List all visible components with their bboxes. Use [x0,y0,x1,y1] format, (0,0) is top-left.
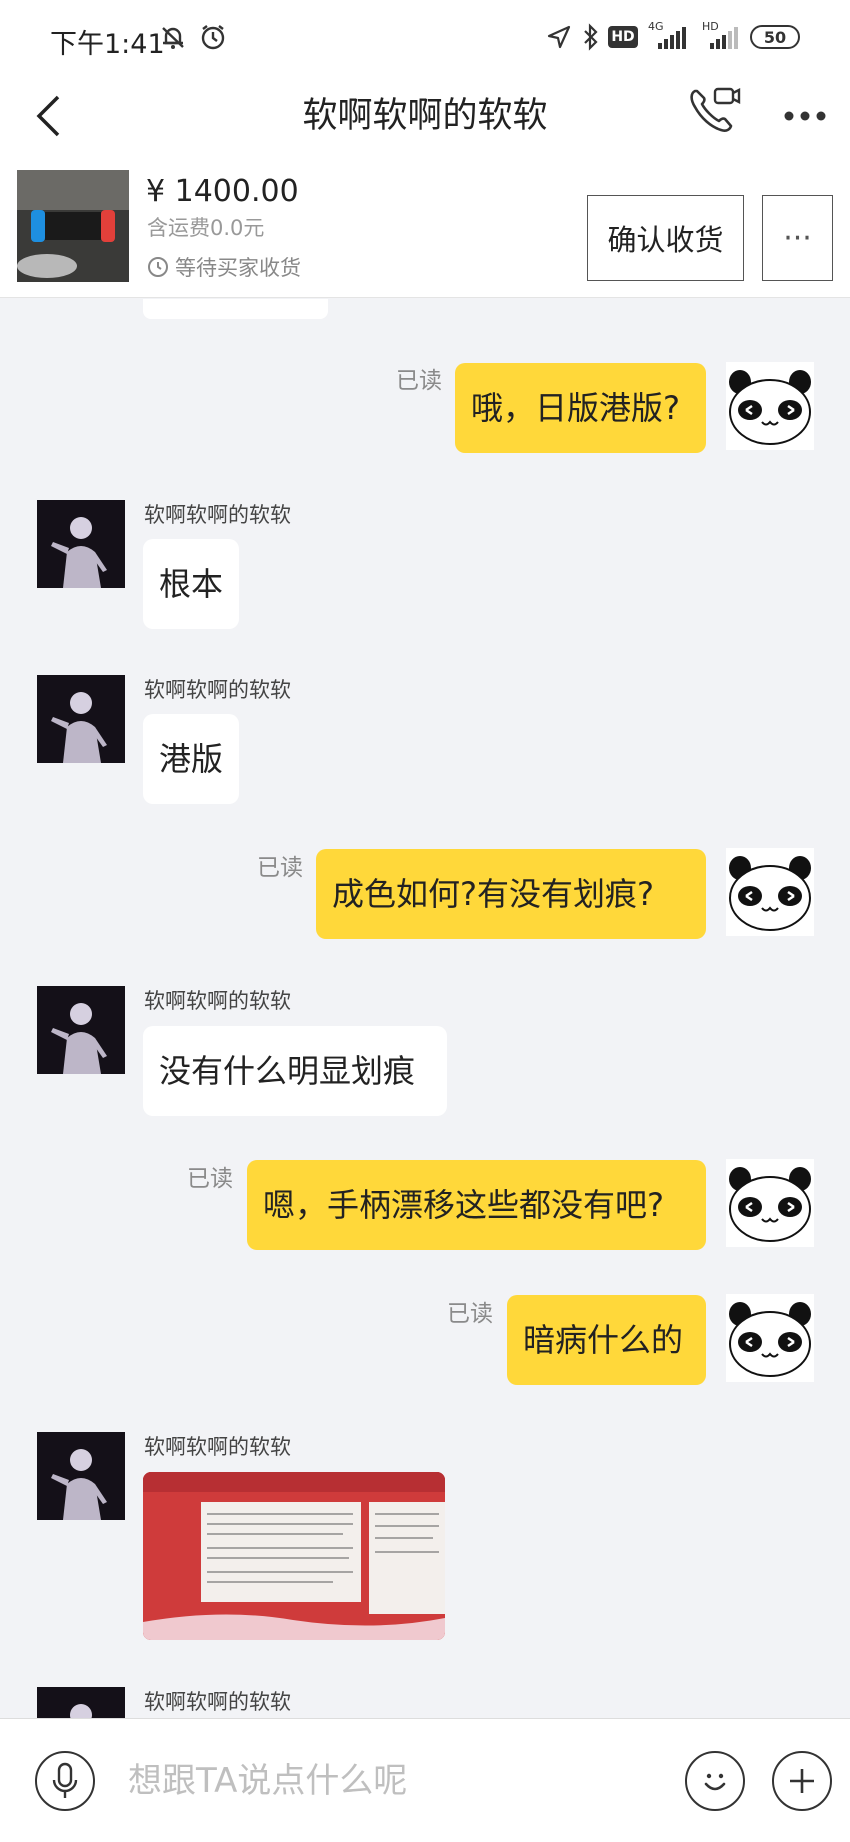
read-receipt: 已读 [257,855,303,881]
plus-icon [790,1769,814,1793]
chat-list[interactable]: 已读 哦，日版港版? 软啊软啊的软软 根本 软啊软啊的软软 港版 已读 成色如何… [0,299,850,1718]
person-photo [37,986,125,1074]
my-avatar[interactable] [726,1159,814,1247]
person-photo [37,500,125,588]
panda-avatar-icon [729,1302,811,1377]
message-input[interactable] [128,1749,648,1813]
location-arrow-icon [545,22,573,52]
signal-hd-icon: HD [700,20,740,52]
panda-avatar-icon [729,370,811,445]
my-avatar[interactable] [726,848,814,936]
read-receipt: 已读 [187,1166,233,1192]
partial-message-bubble [143,299,328,319]
clock-icon [148,257,168,277]
more-button[interactable] [776,84,834,148]
input-bar [0,1718,850,1842]
read-receipt: 已读 [396,368,442,394]
bluetooth-icon [580,22,602,52]
message-bubble-theirs[interactable]: 没有什么明显划痕 [143,1026,447,1116]
battery-icon: 50 [748,22,802,52]
sender-name: 软啊软啊的软软 [144,1435,291,1459]
order-status: 等待买家收货 [147,252,301,282]
message-bubble-mine[interactable]: 嗯，手柄漂移这些都没有吧? [247,1160,706,1250]
read-receipt: 已读 [447,1301,493,1327]
alarm-icon [198,22,228,52]
contact-avatar[interactable] [37,1432,125,1520]
product-card[interactable]: ¥ 1400.00 含运费0.0元 等待买家收货 确认收货 ··· [0,168,850,298]
product-thumbnail[interactable] [17,170,129,282]
more-actions-button[interactable] [772,1751,832,1811]
sender-name: 软啊软啊的软软 [144,503,291,527]
status-bar: 下午1:41 HD 4G HD 50 [0,0,850,70]
person-photo [37,1687,125,1718]
more-dots-icon [784,111,826,121]
call-button[interactable] [684,78,744,142]
person-photo [37,675,125,763]
nav-bar: 软啊软啊的软软 [0,70,850,168]
person-photo [37,1432,125,1520]
emoji-button[interactable] [685,1751,745,1811]
sender-name: 软啊软啊的软软 [144,989,291,1013]
panda-avatar-icon [729,856,811,931]
signal-4g-icon: 4G [644,20,690,52]
message-bubble-theirs[interactable]: 港版 [143,714,239,804]
order-status-text: 等待买家收货 [175,256,301,280]
shipping-fee: 含运费0.0元 [147,216,265,240]
contact-avatar[interactable] [37,986,125,1074]
confirm-receipt-button[interactable]: 确认收货 [587,195,744,281]
contact-avatar[interactable] [37,1687,125,1718]
smiley-icon [704,1773,726,1791]
my-avatar[interactable] [726,1294,814,1382]
contact-avatar[interactable] [37,500,125,588]
box-photo [143,1472,445,1640]
message-bubble-mine[interactable]: 成色如何?有没有划痕? [316,849,706,939]
message-bubble-mine[interactable]: 暗病什么的 [507,1295,706,1385]
status-time: 下午1:41 [50,29,165,60]
sender-name: 软啊软啊的软软 [144,1690,291,1714]
panda-avatar-icon [729,1167,811,1242]
sender-name: 软啊软啊的软软 [144,678,291,702]
product-price: ¥ 1400.00 [146,174,299,209]
message-bubble-mine[interactable]: 哦，日版港版? [455,363,706,453]
voice-button[interactable] [35,1751,95,1811]
message-bubble-theirs[interactable]: 根本 [143,539,239,629]
mute-bell-icon [158,22,188,52]
microphone-icon [52,1762,78,1798]
image-message[interactable] [143,1472,445,1640]
switch-console-image [17,170,129,282]
hd-badge: HD [608,22,638,52]
product-more-button[interactable]: ··· [762,195,833,281]
my-avatar[interactable] [726,362,814,450]
contact-avatar[interactable] [37,675,125,763]
video-call-icon [690,87,741,132]
